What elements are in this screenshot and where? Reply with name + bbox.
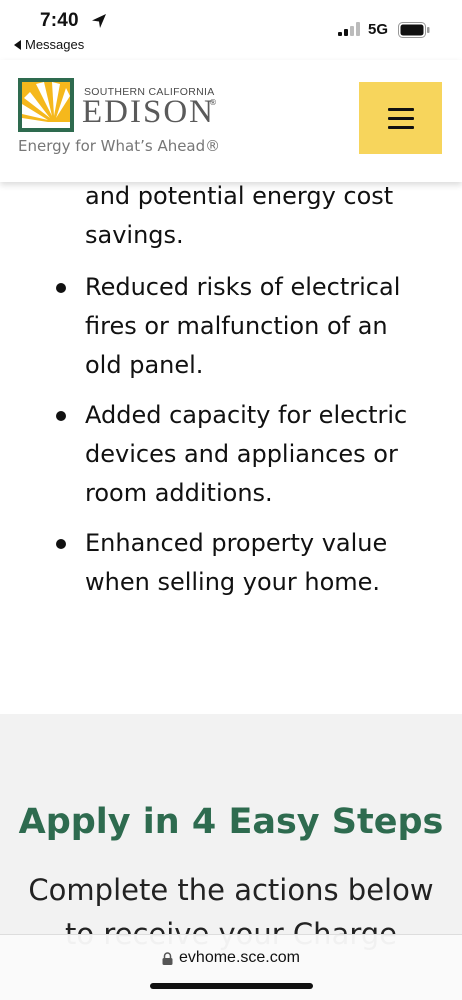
lock-icon	[162, 951, 173, 965]
home-indicator[interactable]	[150, 983, 313, 989]
cellular-signal-icon	[338, 22, 360, 36]
logo-registered-mark: ®	[209, 98, 217, 107]
bullet-icon	[56, 411, 66, 421]
partial-benefit-line: and potential energy cost	[85, 182, 394, 210]
bullet-icon	[56, 539, 66, 549]
menu-bar-icon	[387, 116, 414, 120]
menu-bar-icon	[387, 125, 414, 129]
back-arrow-icon	[14, 39, 21, 50]
benefit-line: when selling your home.	[85, 568, 381, 596]
list-item: Enhanced property value when selling you…	[0, 524, 462, 602]
benefits-content: and potential energy cost savings. Reduc…	[0, 182, 462, 714]
list-item: Added capacity for electric devices and …	[0, 396, 462, 513]
benefit-line: devices and appliances or	[85, 440, 398, 468]
benefit-line: old panel.	[85, 351, 204, 379]
network-type: 5G	[368, 21, 389, 38]
edison-sun-logo-icon[interactable]	[18, 78, 74, 132]
browser-address-bar[interactable]: evhome.sce.com	[0, 934, 462, 1000]
back-to-messages[interactable]: Messages	[14, 37, 84, 52]
benefit-line: room additions.	[85, 479, 273, 507]
list-item: Reduced risks of electrical fires or mal…	[0, 268, 462, 385]
status-bar: 7:40 Messages 5G	[0, 0, 462, 60]
site-header: SOUTHERN CALIFORNIA EDISON ® Energy for …	[0, 60, 462, 182]
benefit-line: Reduced risks of electrical	[85, 273, 401, 301]
benefit-list: Reduced risks of electrical fires or mal…	[0, 268, 462, 613]
bullet-icon	[56, 283, 66, 293]
back-label: Messages	[25, 37, 85, 52]
partial-benefit-line: savings.	[85, 221, 184, 249]
benefit-line: Added capacity for electric	[85, 401, 408, 429]
location-arrow-icon	[92, 14, 106, 28]
benefit-line: fires or malfunction of an	[85, 312, 388, 340]
steps-description-line: Complete the actions below	[28, 873, 434, 907]
hamburger-menu-button[interactable]	[359, 82, 442, 154]
url-display[interactable]: evhome.sce.com	[0, 949, 462, 967]
logo-tagline: Energy for What’s Ahead®	[18, 137, 221, 155]
url-text: evhome.sce.com	[179, 949, 300, 966]
battery-icon	[398, 22, 430, 38]
status-time: 7:40	[40, 10, 79, 31]
menu-bar-icon	[387, 107, 414, 111]
benefit-line: Enhanced property value	[85, 529, 388, 557]
logo-wordmark: EDISON	[82, 94, 215, 130]
steps-heading: Apply in 4 Easy Steps	[18, 802, 444, 842]
